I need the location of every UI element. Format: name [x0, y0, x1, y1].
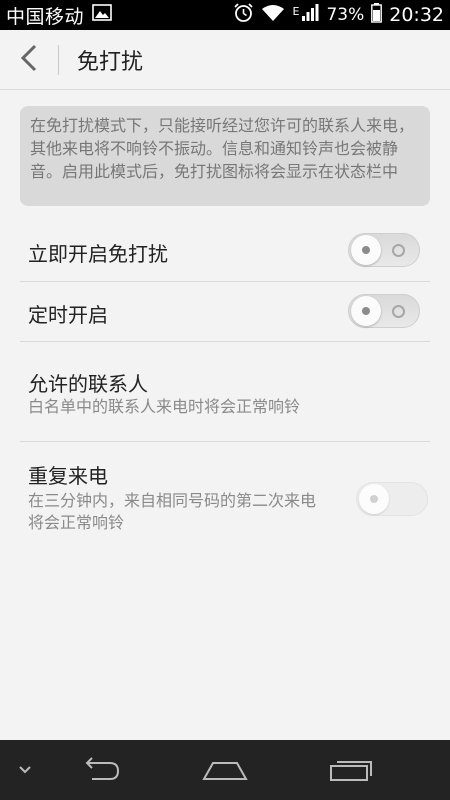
setting-title: 允许的联系人 [28, 372, 148, 396]
network-type: E [292, 5, 300, 18]
toggle-knob [351, 235, 381, 265]
toggle-off-indicator [392, 305, 405, 318]
chevron-down-icon[interactable] [10, 740, 40, 800]
signal-icon [301, 3, 319, 27]
battery-icon [371, 2, 383, 28]
title-bar: 免打扰 [0, 30, 450, 90]
setting-row-dnd-now[interactable]: 立即开启免打扰 [20, 220, 430, 282]
setting-row-allowed-contacts[interactable]: 允许的联系人 白名单中的联系人来电时将会正常响铃 [20, 342, 430, 442]
setting-subtitle: 白名单中的联系人来电时将会正常响铃 [28, 397, 301, 416]
wifi-icon [261, 4, 285, 27]
dnd-now-toggle[interactable] [348, 233, 420, 267]
info-note: 在免打扰模式下，只能接听经过您许可的联系人来电，其他来电将不响铃不振动。信息和通… [20, 106, 430, 206]
image-icon [92, 4, 112, 26]
clock: 20:32 [389, 4, 444, 26]
back-button[interactable] [0, 30, 58, 90]
setting-title: 定时开启 [28, 303, 108, 327]
status-right: E 73% 20:32 [233, 2, 444, 28]
subtitle-line: 将会正常响铃 [28, 513, 125, 532]
page-title: 免打扰 [77, 49, 144, 75]
back-icon[interactable] [70, 740, 130, 800]
navigation-bar [0, 740, 450, 800]
setting-row-repeat-calls[interactable]: 重复来电 在三分钟内，来自相同号码的第二次来电 将会正常响铃 [20, 442, 430, 552]
carrier-name: 中国移动 [6, 5, 85, 28]
alarm-icon [233, 2, 254, 28]
toggle-knob [351, 296, 381, 326]
scheduled-toggle[interactable] [348, 294, 420, 328]
status-bar: 中国移动 E 73% 20:32 [0, 0, 450, 30]
back-arrow-icon [20, 44, 38, 76]
toggle-knob [359, 484, 389, 514]
setting-title: 立即开启免打扰 [28, 242, 168, 266]
home-icon[interactable] [195, 740, 255, 800]
toggle-off-indicator [392, 244, 405, 257]
setting-title: 重复来电 [28, 464, 108, 488]
status-left: 中国移动 [6, 2, 112, 29]
battery-percent: 73% [326, 5, 365, 25]
subtitle-line: 在三分钟内，来自相同号码的第二次来电 [28, 491, 317, 510]
setting-subtitle: 在三分钟内，来自相同号码的第二次来电 将会正常响铃 [28, 490, 358, 534]
recents-icon[interactable] [320, 740, 380, 800]
repeat-calls-toggle[interactable] [356, 482, 428, 516]
setting-row-scheduled[interactable]: 定时开启 [20, 282, 430, 342]
header-divider [58, 44, 59, 75]
